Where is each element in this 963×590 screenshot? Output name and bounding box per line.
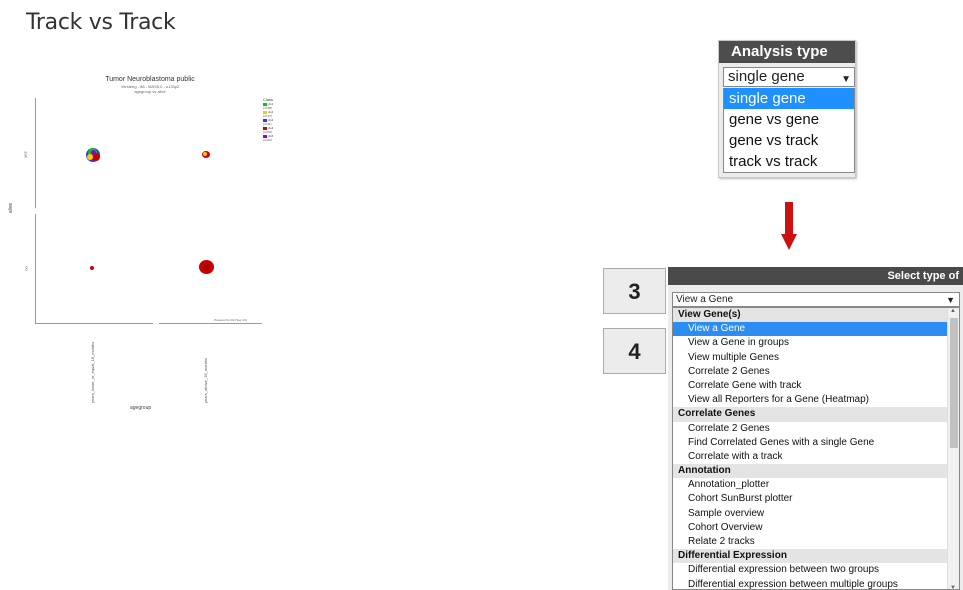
analysis-type-selected-value: single gene [728, 68, 805, 85]
x-axis-label: agegroup [130, 405, 152, 411]
select-type-options: View Gene(s) View a Gene View a Gene in … [672, 307, 960, 590]
option-group-header: Correlate Genes [673, 407, 959, 422]
option-relate-2-tracks[interactable]: Relate 2 tracks [673, 535, 959, 549]
track-scatter-plot: Tumor Neuroblastoma public Versteeg - 88… [0, 0, 280, 420]
plot-legend: Class cls1 (n=18) cls2 (n=17) cls3 (n=11… [263, 98, 280, 142]
option-cohort-overview[interactable]: Cohort Overview [673, 521, 959, 535]
option-view-gene-in-groups[interactable]: View a Gene in groups [673, 336, 959, 350]
option-correlate-with-track[interactable]: Correlate with a track [673, 450, 959, 464]
y-axis-label: alive [8, 202, 15, 214]
y-tick-label: yes [22, 151, 28, 158]
step-number-3: 3 [603, 268, 666, 314]
analysis-type-panel: Analysis type single gene ▼ single gene … [718, 40, 856, 178]
option-cohort-sunburst-plotter[interactable]: Cohort SunBurst plotter [673, 492, 959, 506]
legend-item: cls5 (n=22) [263, 134, 274, 142]
option-group-header: Differential Expression [673, 549, 959, 564]
option-view-multiple-genes[interactable]: View multiple Genes [673, 351, 959, 365]
analysis-option-gene-vs-track[interactable]: gene vs track [724, 130, 854, 151]
option-find-correlated-genes[interactable]: Find Correlated Genes with a single Gene [673, 436, 959, 450]
y-axis [33, 98, 38, 323]
x-tick-label: years_lower_or_equal_18_months [90, 341, 95, 403]
option-group-header: Annotation [673, 464, 959, 479]
x-tick-label: years_above_18_months [203, 358, 208, 403]
y-tick-label: no [23, 266, 29, 271]
legend-item: cls1 (n=18) [263, 102, 274, 110]
scroll-up-icon[interactable]: ▲ [950, 308, 956, 314]
option-group-header: View Gene(s) [673, 308, 959, 323]
option-correlate-2-genes[interactable]: Correlate 2 Genes [673, 422, 959, 436]
plot-subtitle-comparison: agegroup vs alive [134, 89, 166, 94]
options-scrollbar[interactable]: ▲ ▼ [947, 308, 959, 589]
select-type-dropdown[interactable]: View a Gene ▼ [672, 292, 960, 307]
plot-title: Tumor Neuroblastoma public [105, 76, 195, 83]
option-view-all-reporters-heatmap[interactable]: View all Reporters for a Gene (Heatmap) [673, 393, 959, 407]
arrow-down-icon [781, 202, 797, 250]
plot-footnote: Powered by R2 (Sep 13) [214, 318, 247, 322]
option-annotation-plotter[interactable]: Annotation_plotter [673, 478, 959, 492]
option-diff-expr-multiple-groups[interactable]: Differential expression between multiple… [673, 578, 959, 589]
legend-item: cls2 (n=17) [263, 110, 274, 118]
analysis-type-options: single gene gene vs gene gene vs track t… [723, 88, 855, 173]
analysis-option-gene-vs-gene[interactable]: gene vs gene [724, 109, 854, 130]
option-view-a-gene[interactable]: View a Gene [673, 322, 959, 337]
option-diff-expr-two-groups[interactable]: Differential expression between two grou… [673, 563, 959, 577]
select-type-header: Select type of [668, 267, 963, 285]
scrollbar-thumb[interactable] [950, 318, 958, 448]
select-type-panel: Select type of View a Gene ▼ View Gene(s… [668, 267, 963, 590]
legend-item: cls4 (n=20) [263, 126, 274, 134]
option-correlate-gene-with-track[interactable]: Correlate Gene with track [673, 379, 959, 393]
analysis-type-select[interactable]: single gene ▼ [723, 67, 855, 87]
option-correlate-2-genes[interactable]: Correlate 2 Genes [673, 365, 959, 379]
analysis-option-single-gene[interactable]: single gene [724, 88, 854, 109]
analysis-option-track-vs-track[interactable]: track vs track [724, 151, 854, 172]
select-type-selected-value: View a Gene [676, 294, 734, 305]
option-sample-overview[interactable]: Sample overview [673, 507, 959, 521]
chevron-down-icon[interactable]: ▼ [946, 294, 955, 307]
step-number-4: 4 [603, 328, 666, 374]
legend-item: cls3 (n=11) [263, 118, 274, 126]
analysis-type-header: Analysis type [719, 41, 855, 63]
x-axis [35, 321, 262, 326]
